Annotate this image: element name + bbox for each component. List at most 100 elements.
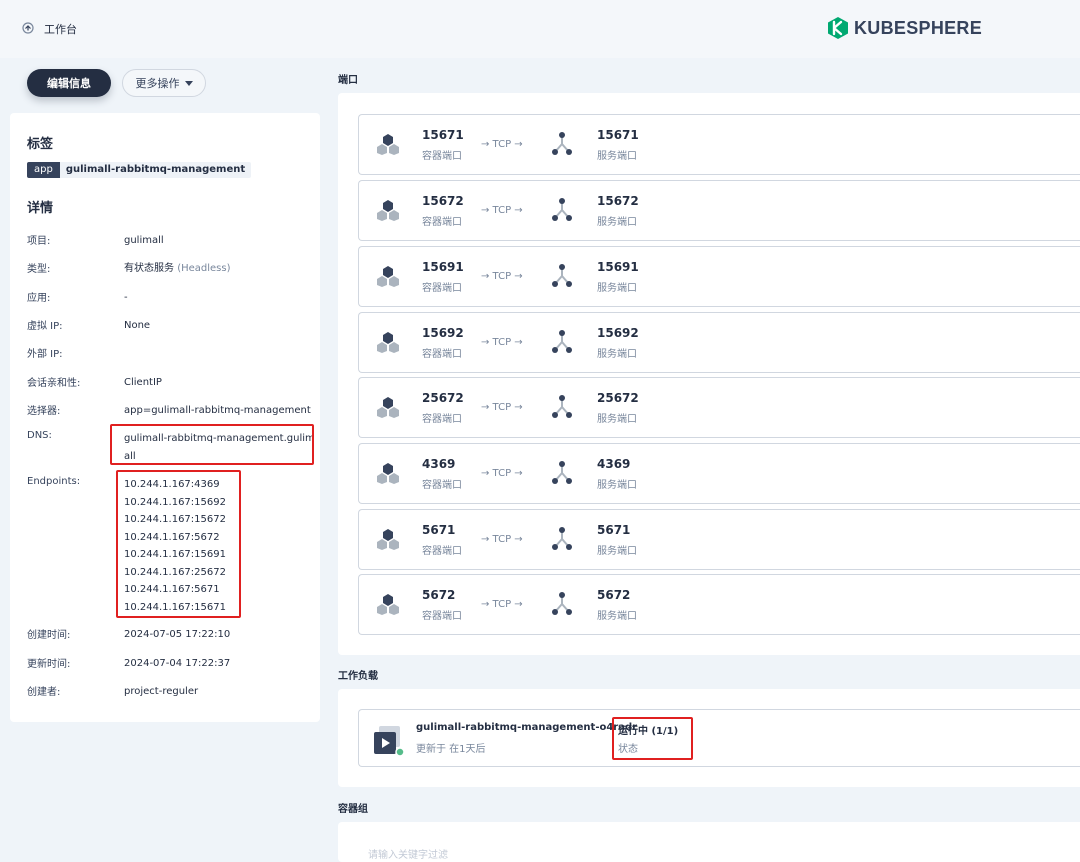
service-port: 5672 <box>597 588 631 602</box>
container-port-label: 容器端口 <box>422 217 462 228</box>
workload-updated: 更新于 在1天后 <box>416 744 486 755</box>
workbench-link[interactable]: 工作台 <box>44 21 77 37</box>
detail-label: Endpoints: <box>27 476 81 487</box>
detail-label: 虚拟 IP: <box>27 321 63 332</box>
caret-down-icon <box>184 80 193 86</box>
endpoints-highlight-box <box>116 470 241 618</box>
detail-value: 2024-07-05 17:22:10 <box>124 629 231 640</box>
service-icon <box>552 198 572 221</box>
workload-icon <box>374 726 405 757</box>
service-icon <box>552 264 572 287</box>
container-port: 4369 <box>422 457 456 471</box>
port-row: 5672 容器端口 → TCP → 5672 服务端口 <box>358 574 1080 635</box>
label-tag: app gulimall-rabbitmq-management <box>27 162 252 178</box>
detail-value: project-reguler <box>124 686 199 697</box>
ports-title: 端口 <box>338 75 358 86</box>
container-icon <box>377 266 399 287</box>
workload-name[interactable]: gulimall-rabbitmq-management-o4radr <box>416 722 637 733</box>
edit-info-button[interactable]: 编辑信息 <box>27 69 111 97</box>
pods-title: 容器组 <box>338 804 368 815</box>
port-row: 15672 容器端口 → TCP → 15672 服务端口 <box>358 180 1080 241</box>
service-port: 15692 <box>597 326 639 340</box>
detail-value: 2024-07-04 17:22:37 <box>124 658 231 669</box>
brand-logo[interactable]: KUBESPHERE <box>826 16 982 40</box>
service-port: 4369 <box>597 457 631 471</box>
service-icon <box>552 330 572 353</box>
container-port: 5671 <box>422 523 456 537</box>
service-port: 15691 <box>597 260 639 274</box>
label-tag-value: gulimall-rabbitmq-management <box>59 162 252 178</box>
container-port-label: 容器端口 <box>422 546 462 557</box>
detail-label: 类型: <box>27 264 51 275</box>
service-info-card: 标签 app gulimall-rabbitmq-management 详情 项… <box>10 113 320 722</box>
dns-highlight-box <box>110 424 314 465</box>
container-port-label: 容器端口 <box>422 349 462 360</box>
service-port: 25672 <box>597 391 639 405</box>
top-bar: 工作台 KUBESPHERE <box>0 0 1080 58</box>
workload-panel: gulimall-rabbitmq-management-o4radr 更新于 … <box>338 689 1080 787</box>
container-icon <box>377 463 399 484</box>
status-highlight-box <box>612 717 693 760</box>
service-port: 5671 <box>597 523 631 537</box>
container-icon <box>377 594 399 615</box>
service-port-label: 服务端口 <box>597 414 637 425</box>
service-port: 15672 <box>597 194 639 208</box>
service-icon <box>552 132 572 155</box>
container-port-label: 容器端口 <box>422 480 462 491</box>
container-icon <box>377 529 399 550</box>
action-bar: 编辑信息 更多操作 <box>27 69 206 97</box>
port-row: 4369 容器端口 → TCP → 4369 服务端口 <box>358 443 1080 504</box>
workload-row[interactable]: gulimall-rabbitmq-management-o4radr 更新于 … <box>358 709 1080 767</box>
detail-value: gulimall <box>124 235 164 246</box>
service-port: 15671 <box>597 128 639 142</box>
protocol-label: → TCP → <box>481 205 523 216</box>
detail-value: ClientIP <box>124 377 162 388</box>
container-port-label: 容器端口 <box>422 611 462 622</box>
service-port-label: 服务端口 <box>597 151 637 162</box>
container-port: 15692 <box>422 326 464 340</box>
protocol-label: → TCP → <box>481 271 523 282</box>
container-icon <box>377 397 399 418</box>
service-port-label: 服务端口 <box>597 217 637 228</box>
type-note: (Headless) <box>177 263 231 274</box>
container-port: 5672 <box>422 588 456 602</box>
detail-label: 创建时间: <box>27 630 71 641</box>
protocol-label: → TCP → <box>481 468 523 479</box>
port-row: 15691 容器端口 → TCP → 15691 服务端口 <box>358 246 1080 307</box>
labels-title: 标签 <box>27 137 54 152</box>
home-icon[interactable] <box>22 22 34 34</box>
kubesphere-logo-icon <box>828 17 848 39</box>
pods-panel: 请输入关键字过滤 <box>338 822 1080 862</box>
port-row: 15671 容器端口 → TCP → 15671 服务端口 <box>358 114 1080 175</box>
container-port: 25672 <box>422 391 464 405</box>
service-icon <box>552 461 572 484</box>
detail-value: app=gulimall-rabbitmq-management <box>124 405 311 416</box>
container-icon <box>377 200 399 221</box>
more-actions-label: 更多操作 <box>135 77 180 90</box>
service-icon <box>552 592 572 615</box>
container-port: 15672 <box>422 194 464 208</box>
detail-label: 选择器: <box>27 406 61 417</box>
detail-value: - <box>124 292 128 303</box>
port-row: 15692 容器端口 → TCP → 15692 服务端口 <box>358 312 1080 373</box>
port-row: 5671 容器端口 → TCP → 5671 服务端口 <box>358 509 1080 570</box>
detail-label: 外部 IP: <box>27 349 63 360</box>
detail-label: 会话亲和性: <box>27 378 81 389</box>
service-icon <box>552 395 572 418</box>
detail-value: 有状态服务 (Headless) <box>124 260 231 278</box>
detail-label: 更新时间: <box>27 659 71 670</box>
service-port-label: 服务端口 <box>597 611 637 622</box>
container-port-label: 容器端口 <box>422 151 462 162</box>
detail-label: DNS: <box>27 430 52 441</box>
more-actions-button[interactable]: 更多操作 <box>122 69 206 97</box>
protocol-label: → TCP → <box>481 337 523 348</box>
type-value: 有状态服务 <box>124 263 174 274</box>
detail-label: 应用: <box>27 293 51 304</box>
service-icon <box>552 527 572 550</box>
detail-value: None <box>124 320 151 331</box>
protocol-label: → TCP → <box>481 402 523 413</box>
brand-name: KUBESPHERE <box>854 17 983 38</box>
service-port-label: 服务端口 <box>597 546 637 557</box>
workload-title: 工作负载 <box>338 671 378 682</box>
container-port-label: 容器端口 <box>422 414 462 425</box>
